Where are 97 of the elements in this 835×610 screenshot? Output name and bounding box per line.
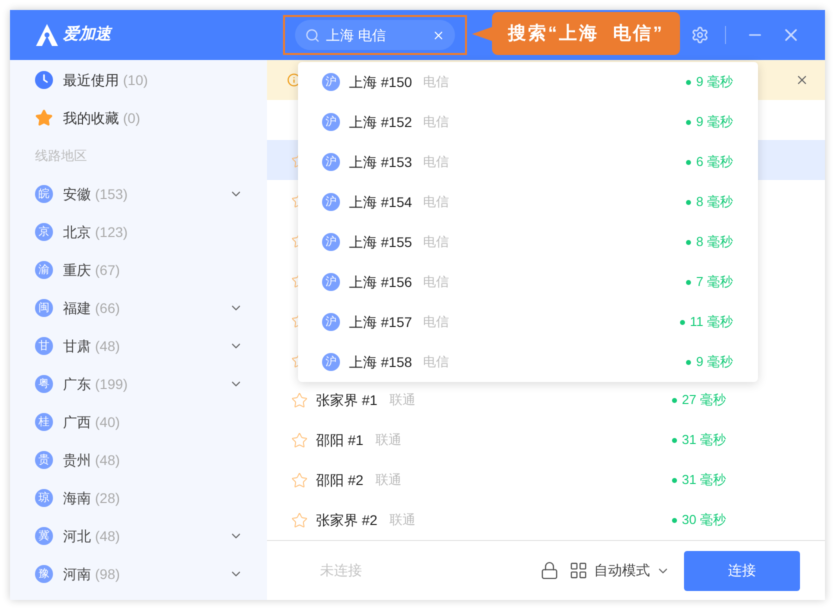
carrier-label: 电信 [423,353,450,372]
latency-text: 11 毫秒 [690,313,733,332]
region-badge: 豫 [35,565,53,583]
region-badge: 京 [35,223,53,241]
callout: 搜索“上海 电信” [492,12,680,55]
star-icon[interactable] [291,392,308,408]
suggestion-item[interactable]: 沪 上海 #158 电信 9 毫秒 [298,342,758,382]
clock-icon [35,71,53,89]
sidebar-item[interactable]: 桂 广西 (40) [10,403,267,441]
info-icon [287,73,301,87]
region-badge: 皖 [35,185,53,203]
star-icon[interactable] [291,432,308,448]
server-name: 上海 #152 [349,112,412,132]
sidebar-item[interactable]: 我的收藏 (0) [10,99,267,137]
server-name: 上海 #156 [349,272,412,292]
region-badge: 沪 [322,153,340,171]
region-badge: 沪 [322,313,340,331]
latency-text: 9 毫秒 [696,113,733,132]
latency-text: 31 毫秒 [682,471,726,490]
server-name: 上海 #157 [349,312,412,332]
latency-text: 9 毫秒 [696,353,733,372]
server-name: 上海 #158 [349,352,412,372]
suggestion-item[interactable]: 沪 上海 #156 电信 7 毫秒 [298,262,758,302]
sidebar-item[interactable]: 最近使用 (10) [10,61,267,99]
server-name: 邵阳 #1 [316,430,364,450]
server-name: 上海 #154 [349,192,412,212]
lock-icon[interactable] [540,561,559,580]
region-badge: 沪 [322,113,340,131]
sidebar-item[interactable]: 闽 福建 (66) [10,289,267,327]
carrier-label: 电信 [423,193,450,212]
sidebar-item[interactable]: 琼 海南 (28) [10,479,267,517]
suggestion-item[interactable]: 沪 上海 #155 电信 8 毫秒 [298,222,758,262]
region-badge: 沪 [322,193,340,211]
server-name: 上海 #153 [349,152,412,172]
latency-text: 9 毫秒 [696,73,733,92]
sidebar-item[interactable]: 豫 河南 (98) [10,555,267,593]
sidebar-item[interactable]: 甘 甘肃 (48) [10,327,267,365]
latency-text: 30 毫秒 [682,511,726,530]
region-badge: 贵 [35,451,53,469]
suggestion-item[interactable]: 沪 上海 #153 电信 6 毫秒 [298,142,758,182]
sidebar-item[interactable]: 皖 安徽 (153) [10,175,267,213]
carrier-label: 电信 [423,113,450,132]
connect-button[interactable]: 连接 [684,550,800,590]
suggestion-item[interactable]: 沪 上海 #157 电信 11 毫秒 [298,302,758,342]
region-badge: 琼 [35,489,53,507]
latency-text: 7 毫秒 [696,273,733,292]
latency-text: 31 毫秒 [682,431,726,450]
latency-text: 6 毫秒 [696,153,733,172]
latency-text: 27 毫秒 [682,391,726,410]
region-badge: 粤 [35,375,53,393]
latency-text: 8 毫秒 [696,233,733,252]
region-badge: 沪 [322,273,340,291]
carrier-label: 电信 [423,233,450,252]
latency-text: 8 毫秒 [696,193,733,212]
star-icon [35,109,53,127]
region-badge: 甘 [35,337,53,355]
carrier-label: 电信 [423,73,450,92]
region-badge: 冀 [35,527,53,545]
suggestion-item[interactable]: 沪 上海 #154 电信 8 毫秒 [298,182,758,222]
sidebar-item[interactable]: 粤 广东 (199) [10,365,267,403]
server-name: 张家界 #1 [316,390,378,410]
callout-pointer [472,26,492,40]
app-name: 爱加速 [63,24,111,45]
suggestion-item[interactable]: 沪 上海 #152 电信 9 毫秒 [298,102,758,142]
connection-status: 未连接 [320,561,362,580]
sidebar-item[interactable]: 渝 重庆 (67) [10,251,267,289]
clear-icon[interactable] [432,28,445,42]
carrier-label: 电信 [423,273,450,292]
grid-icon [569,561,588,580]
section-title: 线路地区 [34,147,88,166]
sidebar-item[interactable]: 京 北京 (123) [10,213,267,251]
region-badge: 渝 [35,261,53,279]
close-icon[interactable] [795,73,809,87]
sidebar-item[interactable]: 冀 河北 (48) [10,517,267,555]
region-badge: 闽 [35,299,53,317]
suggestion-item[interactable]: 沪 上海 #150 电信 9 毫秒 [298,62,758,102]
carrier-label: 联通 [375,431,402,450]
carrier-label: 电信 [423,313,450,332]
server-name: 上海 #150 [349,72,412,92]
server-name: 张家界 #2 [316,510,378,530]
carrier-label: 联通 [389,391,416,410]
carrier-label: 联通 [389,511,416,530]
region-badge: 沪 [322,73,340,91]
region-badge: 沪 [322,233,340,251]
region-badge: 桂 [35,413,53,431]
star-icon[interactable] [291,512,308,528]
region-badge: 沪 [322,353,340,371]
search-icon [305,28,320,42]
sidebar-item[interactable]: 贵 贵州 (48) [10,441,267,479]
server-name: 上海 #155 [349,232,412,252]
server-name: 邵阳 #2 [316,470,364,490]
star-icon[interactable] [291,472,308,488]
carrier-label: 电信 [423,153,450,172]
settings-icon[interactable] [691,26,709,44]
logo-icon [35,23,59,47]
carrier-label: 联通 [375,471,402,490]
mode-selector[interactable]: 自动模式 [594,560,670,581]
